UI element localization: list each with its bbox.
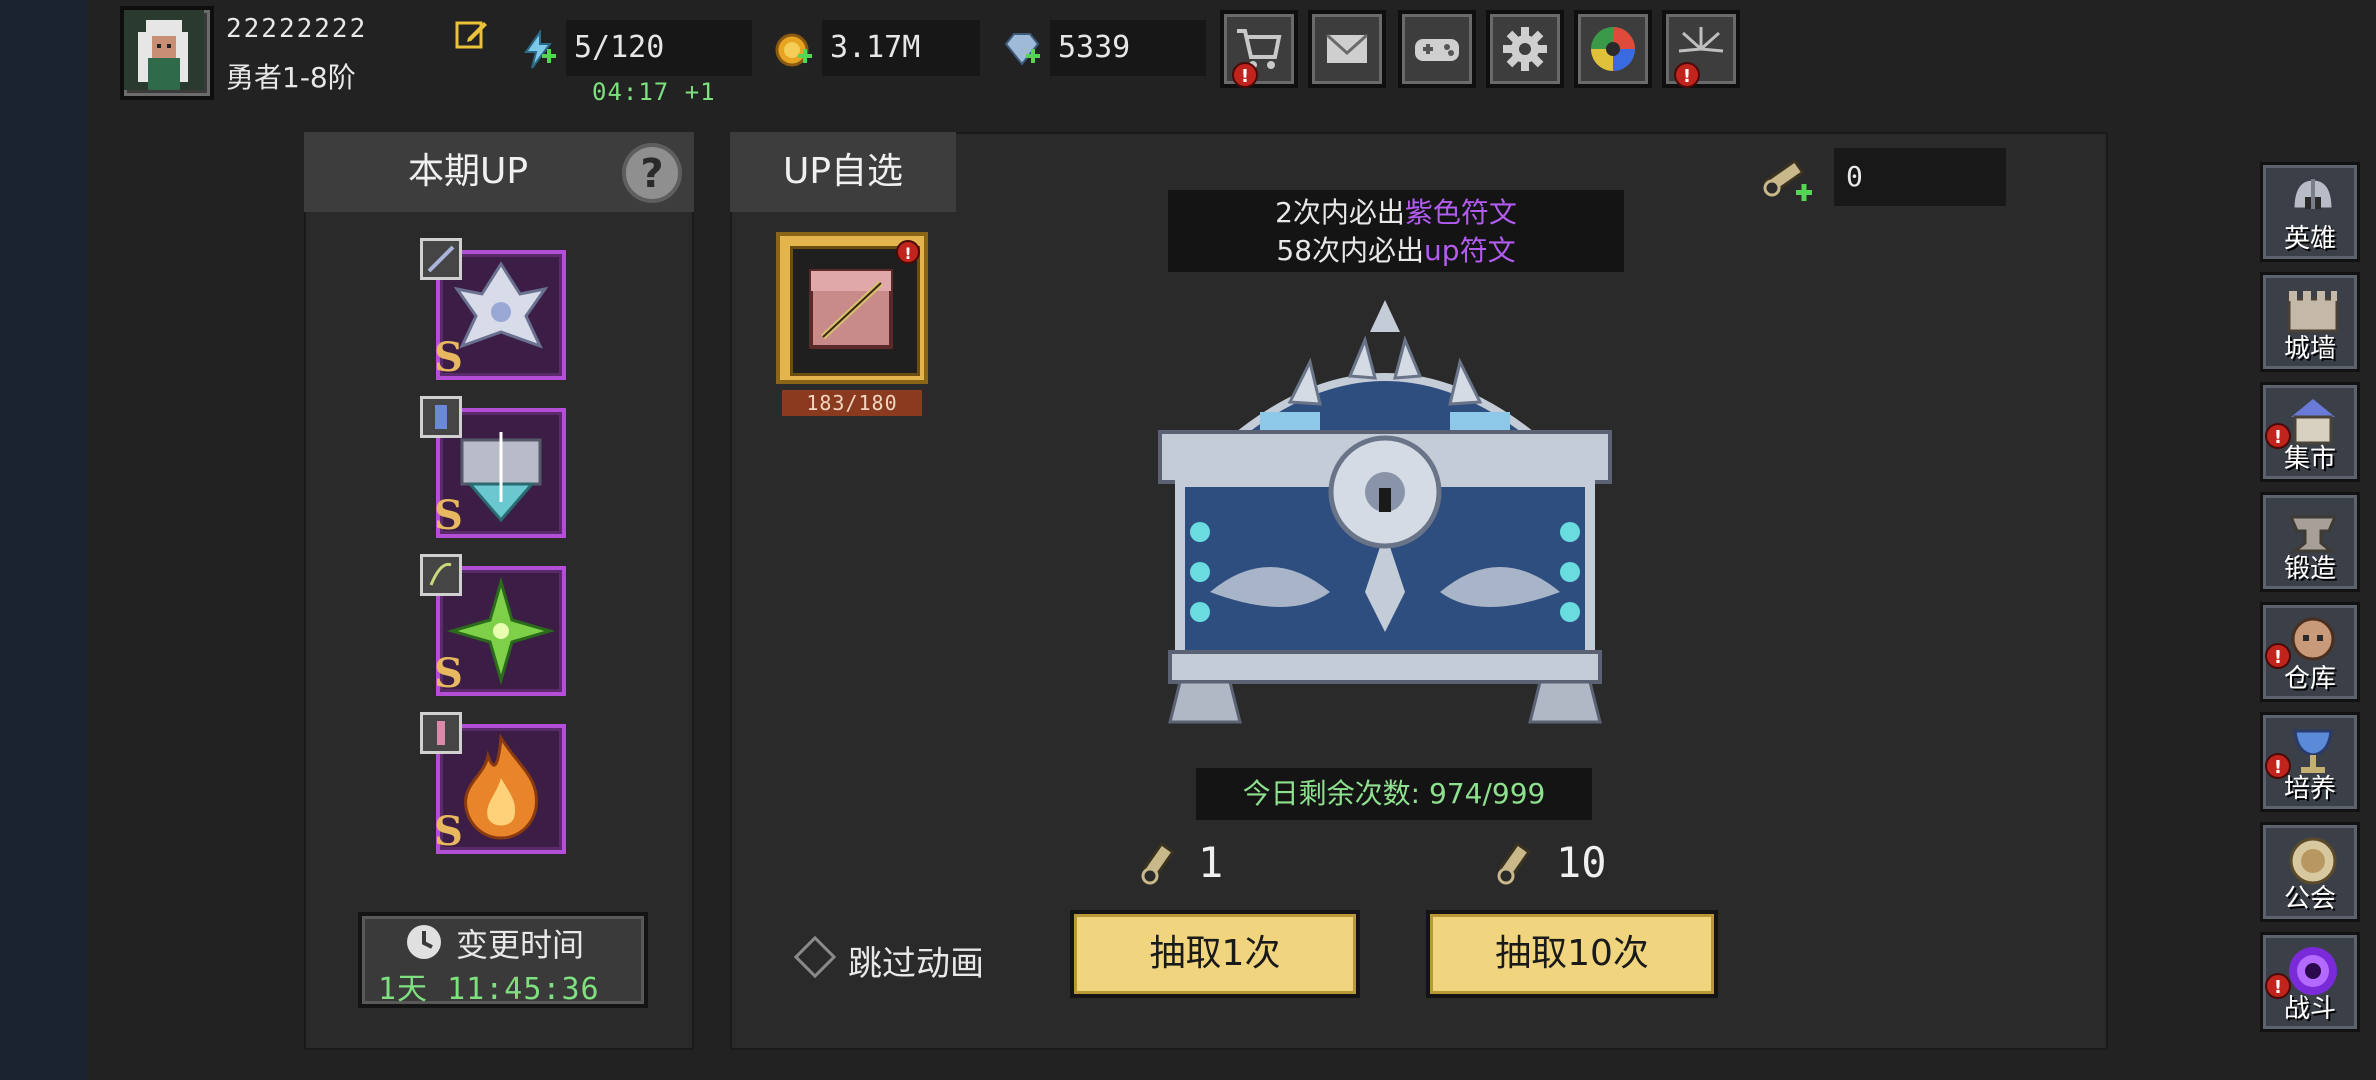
draw-key-icon: [1136, 836, 1184, 888]
pick-progress: 183/180: [782, 390, 922, 416]
sword-class-icon: [420, 238, 462, 280]
nav-label: 战斗: [2283, 994, 2336, 1024]
nav-label: 英雄: [2283, 224, 2336, 254]
daily-remaining: 今日剩余次数: 974/999: [1196, 768, 1592, 820]
nav-label: 培养: [2283, 774, 2336, 804]
shop-alert-badge: !: [1232, 62, 1258, 88]
color-wheel-button[interactable]: [1574, 10, 1652, 88]
daily-remaining-label: 今日剩余次数:: [1242, 777, 1421, 810]
draw-ten-button[interactable]: 抽取10次: [1426, 910, 1718, 998]
pity-line-2-prefix: 58次内必出: [1276, 234, 1425, 267]
settings-button[interactable]: [1486, 10, 1564, 88]
stamina-value: 5/120: [566, 20, 752, 76]
single-draw-cost: 1: [1198, 838, 1224, 887]
tab-up-select[interactable]: UP自选: [730, 132, 956, 212]
nav-battle[interactable]: ! 战斗: [2260, 932, 2360, 1032]
stamina-timer: 04:17 +1: [592, 78, 716, 106]
warrior-class-icon: [420, 712, 462, 754]
rune-grade: S: [434, 492, 463, 539]
color-wheel-icon: [1591, 27, 1635, 71]
player-avatar[interactable]: [120, 6, 214, 100]
archer-class-icon: [420, 554, 462, 596]
treasure-chest[interactable]: [1150, 292, 1620, 732]
pity-line-2: 58次内必出up符文: [1168, 232, 1624, 270]
player-name: 22222222: [226, 14, 368, 44]
up-panel-title: 本期UP: [407, 151, 529, 192]
shop-button[interactable]: !: [1220, 10, 1298, 88]
nav-guild[interactable]: 公会: [2260, 822, 2360, 922]
pity-line-2-highlight: up符文: [1424, 234, 1516, 267]
nav-label: 公会: [2283, 884, 2336, 914]
edit-name-icon[interactable]: [454, 16, 490, 52]
pick-alert-badge: !: [896, 240, 920, 264]
treasure-chest-icon: [1158, 300, 1612, 724]
clock-icon: [404, 922, 444, 962]
nav-cultivate[interactable]: ! 培养: [2260, 712, 2360, 812]
draw-key-icon: [1763, 158, 1812, 201]
nav-heroes[interactable]: 英雄: [2260, 162, 2360, 262]
gold-coin-icon: [774, 30, 814, 70]
nav-forge[interactable]: 锻造: [2260, 492, 2360, 592]
gold-value: 3.17M: [822, 20, 980, 76]
gamepad-icon: [1415, 39, 1459, 61]
draw-key-icon: [1492, 836, 1540, 888]
add-key-button[interactable]: [1756, 148, 1816, 208]
nav-label: 集市: [2283, 444, 2336, 474]
change-time-countdown: 1天 11:45:36: [378, 972, 600, 1007]
help-icon[interactable]: ?: [622, 143, 682, 203]
gem-value: 5339: [1050, 20, 1206, 76]
pity-line-1: 2次内必出紫色符文: [1168, 194, 1624, 232]
mage-class-icon: [420, 396, 462, 438]
nav-label: 仓库: [2283, 664, 2336, 694]
gem-icon: [1002, 30, 1042, 70]
rune-box-icon: [809, 269, 893, 349]
key-count: 0: [1834, 148, 2006, 206]
nav-market[interactable]: ! 集市: [2260, 382, 2360, 482]
stamina-icon: [518, 28, 558, 70]
rune-grade: S: [434, 808, 463, 855]
rune-grade: S: [434, 650, 463, 697]
pity-line-1-highlight: 紫色符文: [1404, 196, 1517, 229]
mail-icon: [1325, 33, 1369, 63]
pity-line-1-prefix: 2次内必出: [1275, 196, 1405, 229]
fireworks-alert-badge: !: [1674, 62, 1700, 88]
change-time-label: 变更时间: [456, 926, 585, 964]
nav-wall[interactable]: 城墙: [2260, 272, 2360, 372]
pity-info-box: 2次内必出紫色符文 58次内必出up符文: [1168, 190, 1624, 272]
nav-label: 锻造: [2283, 554, 2336, 584]
nav-storage[interactable]: ! 仓库: [2260, 602, 2360, 702]
skip-animation-label[interactable]: 跳过动画: [848, 936, 984, 985]
left-edge-strip: [0, 0, 88, 1080]
fireworks-button[interactable]: !: [1662, 10, 1740, 88]
draw-once-button[interactable]: 抽取1次: [1070, 910, 1360, 998]
player-rank: 勇者1-8阶: [226, 61, 356, 94]
daily-remaining-value: 974/999: [1429, 777, 1546, 810]
gamepad-button[interactable]: [1398, 10, 1476, 88]
rune-grade: S: [434, 334, 463, 381]
ten-draw-cost: 10: [1556, 838, 1607, 887]
nav-label: 城墙: [2283, 334, 2336, 364]
gear-icon: [1503, 27, 1547, 71]
mail-button[interactable]: [1308, 10, 1386, 88]
avatar-portrait-icon: [124, 10, 204, 90]
